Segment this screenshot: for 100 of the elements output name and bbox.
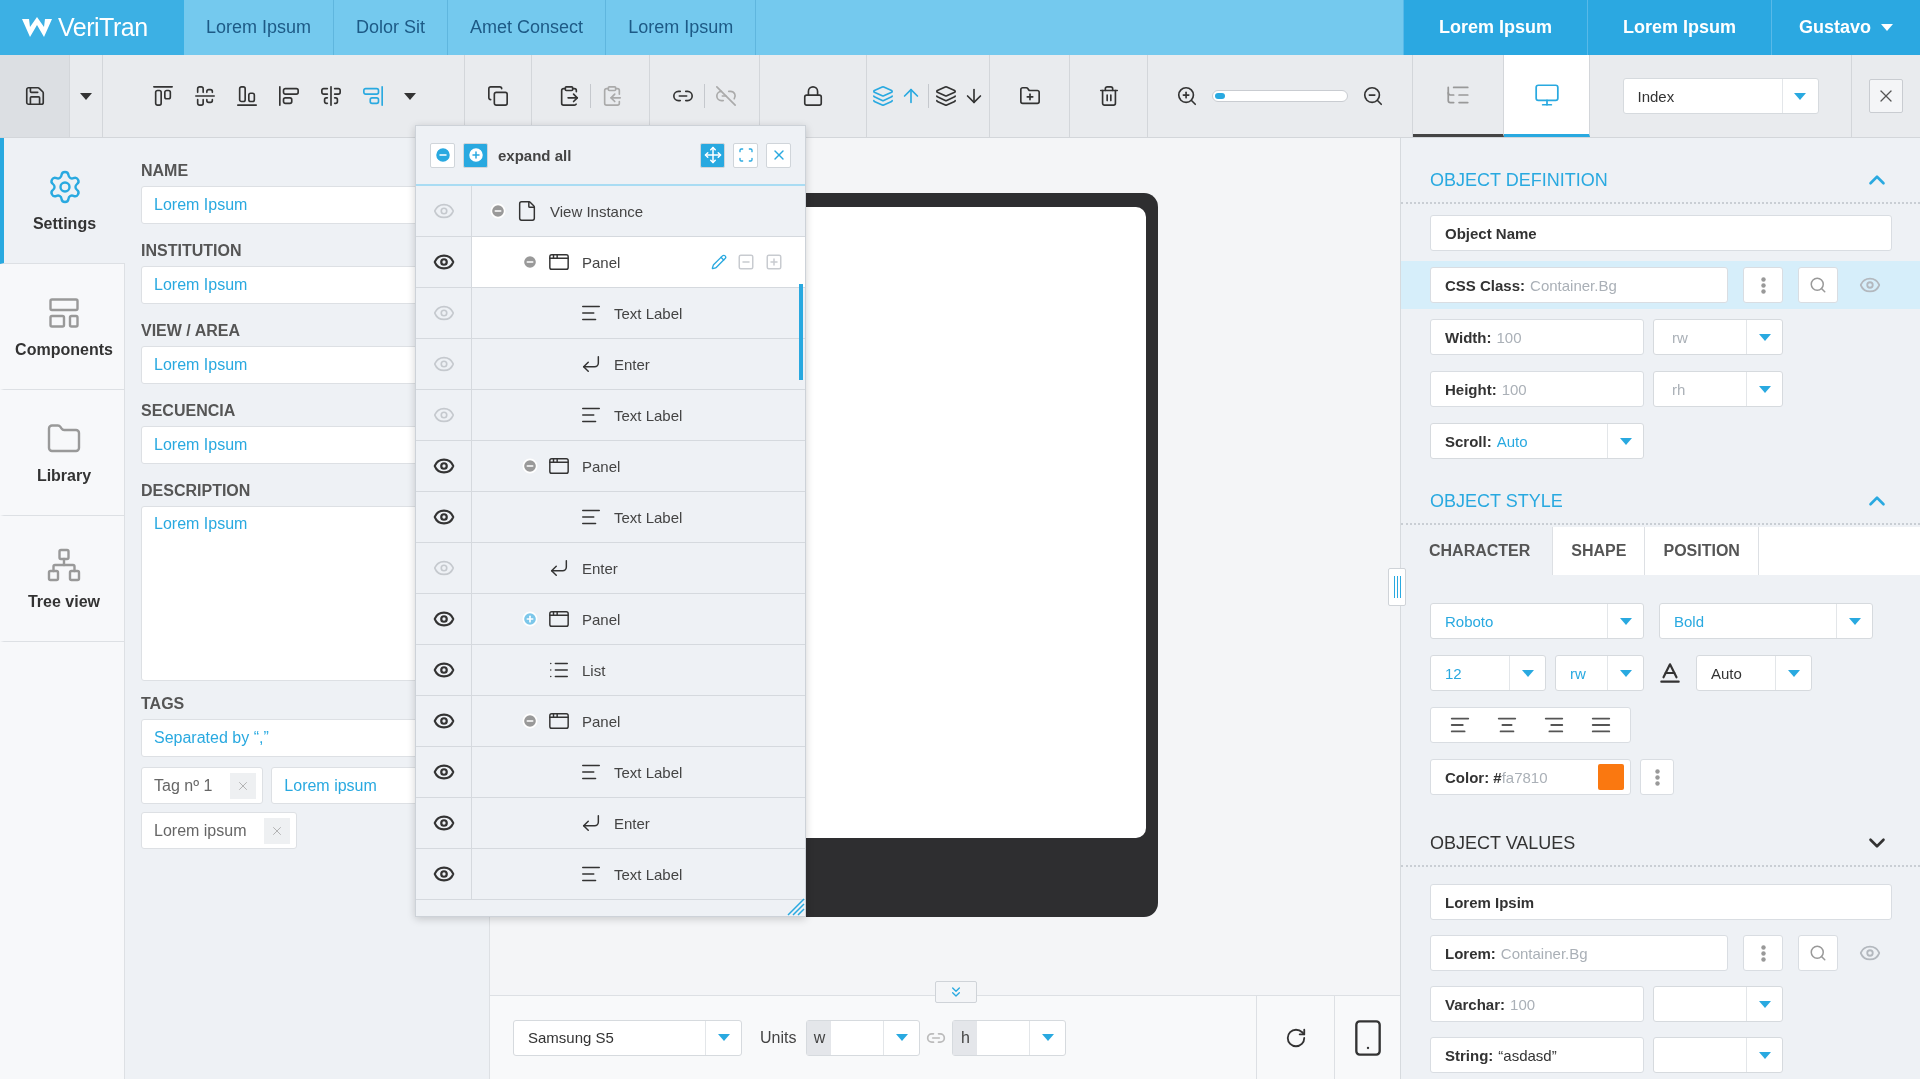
copy-icon[interactable] [487, 85, 509, 107]
tree-view-button[interactable] [1413, 55, 1504, 137]
tree-row[interactable]: Panel [416, 441, 805, 492]
unlink-icon[interactable] [715, 85, 737, 107]
tree-row[interactable]: Text Label [416, 390, 805, 441]
dots-icon [1760, 944, 1766, 962]
add-icon[interactable] [765, 253, 783, 271]
line-height-select[interactable]: Auto [1696, 655, 1812, 691]
caret-icon [1758, 385, 1771, 393]
tree-row[interactable]: Panel [416, 594, 805, 645]
resize-grip-icon[interactable] [785, 896, 805, 916]
node-label: Enter [582, 559, 619, 577]
close-button[interactable] [766, 142, 791, 168]
collapse-icon[interactable] [522, 458, 538, 474]
layers-icon[interactable] [934, 85, 957, 107]
collapse-icon[interactable] [522, 254, 538, 270]
tree-row[interactable]: Text Label [416, 747, 805, 798]
align-middle-icon[interactable] [193, 85, 216, 107]
tree-row[interactable]: Enter [416, 798, 805, 849]
caret-icon [1881, 24, 1893, 31]
paste-icon[interactable] [558, 85, 580, 107]
unit-select[interactable] [1653, 1037, 1783, 1073]
tag-text: Tag nº 1 [154, 776, 213, 795]
zoom-slider[interactable] [1212, 90, 1348, 102]
window-icon [548, 608, 570, 630]
tree-row[interactable]: List [416, 645, 805, 696]
more-button[interactable] [1640, 759, 1674, 795]
lock-icon[interactable] [802, 85, 824, 107]
input-field[interactable]: Varchar: 100 [1430, 986, 1644, 1022]
dropdown-caret-icon [80, 92, 92, 100]
scrollbar-thumb[interactable] [799, 284, 803, 380]
input-field[interactable]: CSS Class: Container.Bg [1430, 267, 1728, 303]
close-button[interactable] [1869, 79, 1903, 113]
collapse-handle[interactable] [935, 981, 977, 1003]
align-top-icon[interactable] [151, 85, 174, 107]
zoom-out-icon[interactable] [1362, 85, 1384, 107]
window-icon [548, 455, 570, 477]
text-field[interactable]: Object Name [1430, 215, 1892, 251]
input-field[interactable]: String: “asdasd” [1430, 1037, 1644, 1073]
caret-icon [1758, 1000, 1771, 1008]
remove-tag-button[interactable] [264, 817, 291, 844]
tree-row[interactable]: Enter [416, 339, 805, 390]
tree-row[interactable]: Panel [416, 237, 805, 288]
input-field[interactable]: Width: 100 [1430, 319, 1644, 355]
move-button[interactable] [700, 142, 725, 168]
collapse-icon[interactable] [490, 203, 506, 219]
node-label: Panel [582, 253, 622, 271]
scroll-select[interactable]: Scroll: Auto [1430, 423, 1644, 459]
input-field[interactable]: Height: 100 [1430, 371, 1644, 407]
expand-icon[interactable] [522, 611, 538, 627]
color-field[interactable]: Color: #fa7810 [1430, 759, 1631, 795]
search-button[interactable] [1798, 935, 1838, 971]
node-label: Panel [582, 712, 622, 730]
save-icon[interactable] [23, 85, 46, 107]
caret-icon [1619, 437, 1632, 445]
collapse-icon[interactable] [522, 713, 538, 729]
align-center-icon[interactable] [319, 85, 342, 107]
tree-row[interactable]: Text Label [416, 492, 805, 543]
more-button[interactable] [1743, 935, 1783, 971]
align-bottom-icon[interactable] [235, 85, 258, 107]
unit-select[interactable] [1653, 986, 1783, 1022]
height-field[interactable]: h [952, 1019, 1067, 1056]
text-field[interactable]: Lorem Ipsim [1430, 884, 1892, 920]
color-swatch[interactable] [1598, 764, 1624, 790]
zoom-in-icon[interactable] [1176, 85, 1198, 107]
page-icon [516, 200, 538, 222]
remove-tag-button[interactable] [230, 772, 257, 799]
fullscreen-button[interactable] [733, 142, 758, 168]
node-label: Panel [582, 457, 622, 475]
node-label: Text Label [614, 508, 684, 526]
clipboard-icon[interactable] [601, 85, 623, 107]
tree-row[interactable]: View Instance [416, 186, 805, 237]
remove-icon[interactable] [737, 253, 755, 271]
style-tab[interactable]: POSITION [1645, 527, 1759, 575]
width-field[interactable]: w [806, 1019, 921, 1056]
align-left-icon[interactable] [277, 85, 300, 107]
tree-row[interactable]: Text Label [416, 288, 805, 339]
rotate-icon[interactable] [1284, 1026, 1307, 1049]
tree-row[interactable]: Text Label [416, 849, 805, 900]
page-select[interactable]: Index [1622, 78, 1819, 114]
caret-icon [1794, 92, 1806, 100]
folder-plus-icon[interactable] [1018, 85, 1041, 107]
tree-row[interactable]: Enter [416, 543, 805, 594]
expand-all-button[interactable] [463, 142, 488, 168]
more-button[interactable] [1743, 267, 1783, 303]
expand-all-label: expand all [498, 146, 573, 164]
collapse-all-button[interactable] [430, 142, 455, 168]
edit-icon[interactable] [711, 254, 727, 270]
tree-row[interactable]: Panel [416, 696, 805, 747]
trash-icon[interactable] [1097, 85, 1120, 107]
splitter-handle[interactable] [1388, 568, 1406, 606]
dots-icon [1654, 768, 1660, 786]
device-select[interactable]: Samsung S5 [513, 1019, 742, 1056]
style-tab[interactable]: SHAPE [1553, 527, 1646, 575]
search-button[interactable] [1798, 267, 1838, 303]
nav-item[interactable]: Settings [0, 138, 125, 264]
caret-icon [895, 1034, 908, 1041]
caret-icon [1619, 669, 1632, 677]
input-field[interactable]: Lorem: Container.Bg [1430, 935, 1728, 971]
field-label: INSTITUTION [141, 242, 242, 260]
